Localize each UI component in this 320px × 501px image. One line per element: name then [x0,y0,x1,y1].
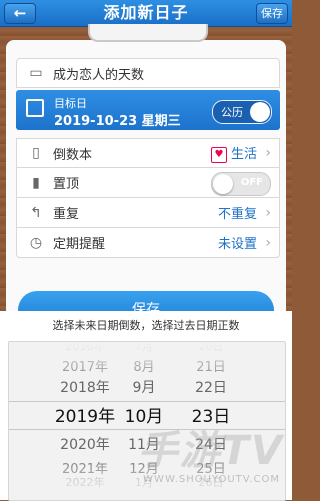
watermark-url: WWW.SHOUYOUTV.COM [143,474,280,485]
repeat-label: 重复 [53,207,80,222]
picker-item[interactable]: 2020年 [45,434,125,454]
picker-item[interactable]: 2018年 [45,377,125,397]
pin-icon: ▮ [32,174,40,191]
target-date-value: 2019-10-23 星期三 [54,114,181,129]
reminder-row[interactable]: ◷ 定期提醒 未设置 › [16,228,280,258]
repeat-value: 不重复 [217,207,257,222]
chevron-right-icon: › [265,204,271,221]
chevron-right-icon: › [265,234,271,251]
book-value: ♥ 生活 [210,143,257,163]
picker-item[interactable]: 22日 [181,377,241,397]
name-field[interactable]: ▭ 成为恋人的天数 [16,58,280,88]
pin-toggle-label: OFF [240,177,263,188]
form-card: ▭ 成为恋人的天数 目标日 2019-10-23 星期三 公历 ▯ 倒数本 ♥ 生… [6,40,286,320]
back-arrow-icon: ← [13,4,27,22]
selection-line-top [9,401,285,402]
pin-toggle[interactable]: OFF [211,172,271,196]
name-field-placeholder: 成为恋人的天数 [53,67,145,83]
page-title: 添加新日子 [103,3,189,22]
repeat-icon: ↰ [30,204,42,221]
book-row[interactable]: ▯ 倒数本 ♥ 生活 › [16,138,280,168]
repeat-row[interactable]: ↰ 重复 不重复 › [16,198,280,228]
picker-hint: 选择未来日期倒数，选择过去日期正数 [52,319,240,332]
calendar-type-label: 公历 [221,106,243,119]
reminder-value: 未设置 [217,237,257,252]
briefcase-icon: ▭ [29,65,43,81]
binder-clip [88,24,208,42]
picker-item[interactable]: 9月 [119,377,169,397]
calendar-type-toggle[interactable]: 公历 [212,100,272,124]
reminder-label: 定期提醒 [53,237,106,252]
book-icon: ▯ [32,145,40,161]
clock-icon: ◷ [29,234,43,251]
back-button[interactable]: ← [4,3,36,24]
watermark-logo: 手游TV [137,428,284,474]
calendar-icon [26,99,44,117]
picker-item[interactable]: 2019年 [45,402,125,427]
life-book-icon: ♥ [210,146,227,163]
toggle-knob [213,174,233,194]
wheel-fade-top [9,342,285,378]
target-date-caption: 目标日 [54,97,87,110]
toggle-knob [250,102,270,122]
pin-label: 置顶 [53,177,80,192]
target-date-row[interactable]: 目标日 2019-10-23 星期三 公历 [16,90,280,130]
pin-row: ▮ 置顶 OFF [16,168,280,198]
book-label: 倒数本 [53,147,93,163]
top-bar: ← 添加新日子 保存 [0,0,292,27]
save-button[interactable]: 保存 [256,3,288,24]
chevron-right-icon: › [265,145,271,161]
